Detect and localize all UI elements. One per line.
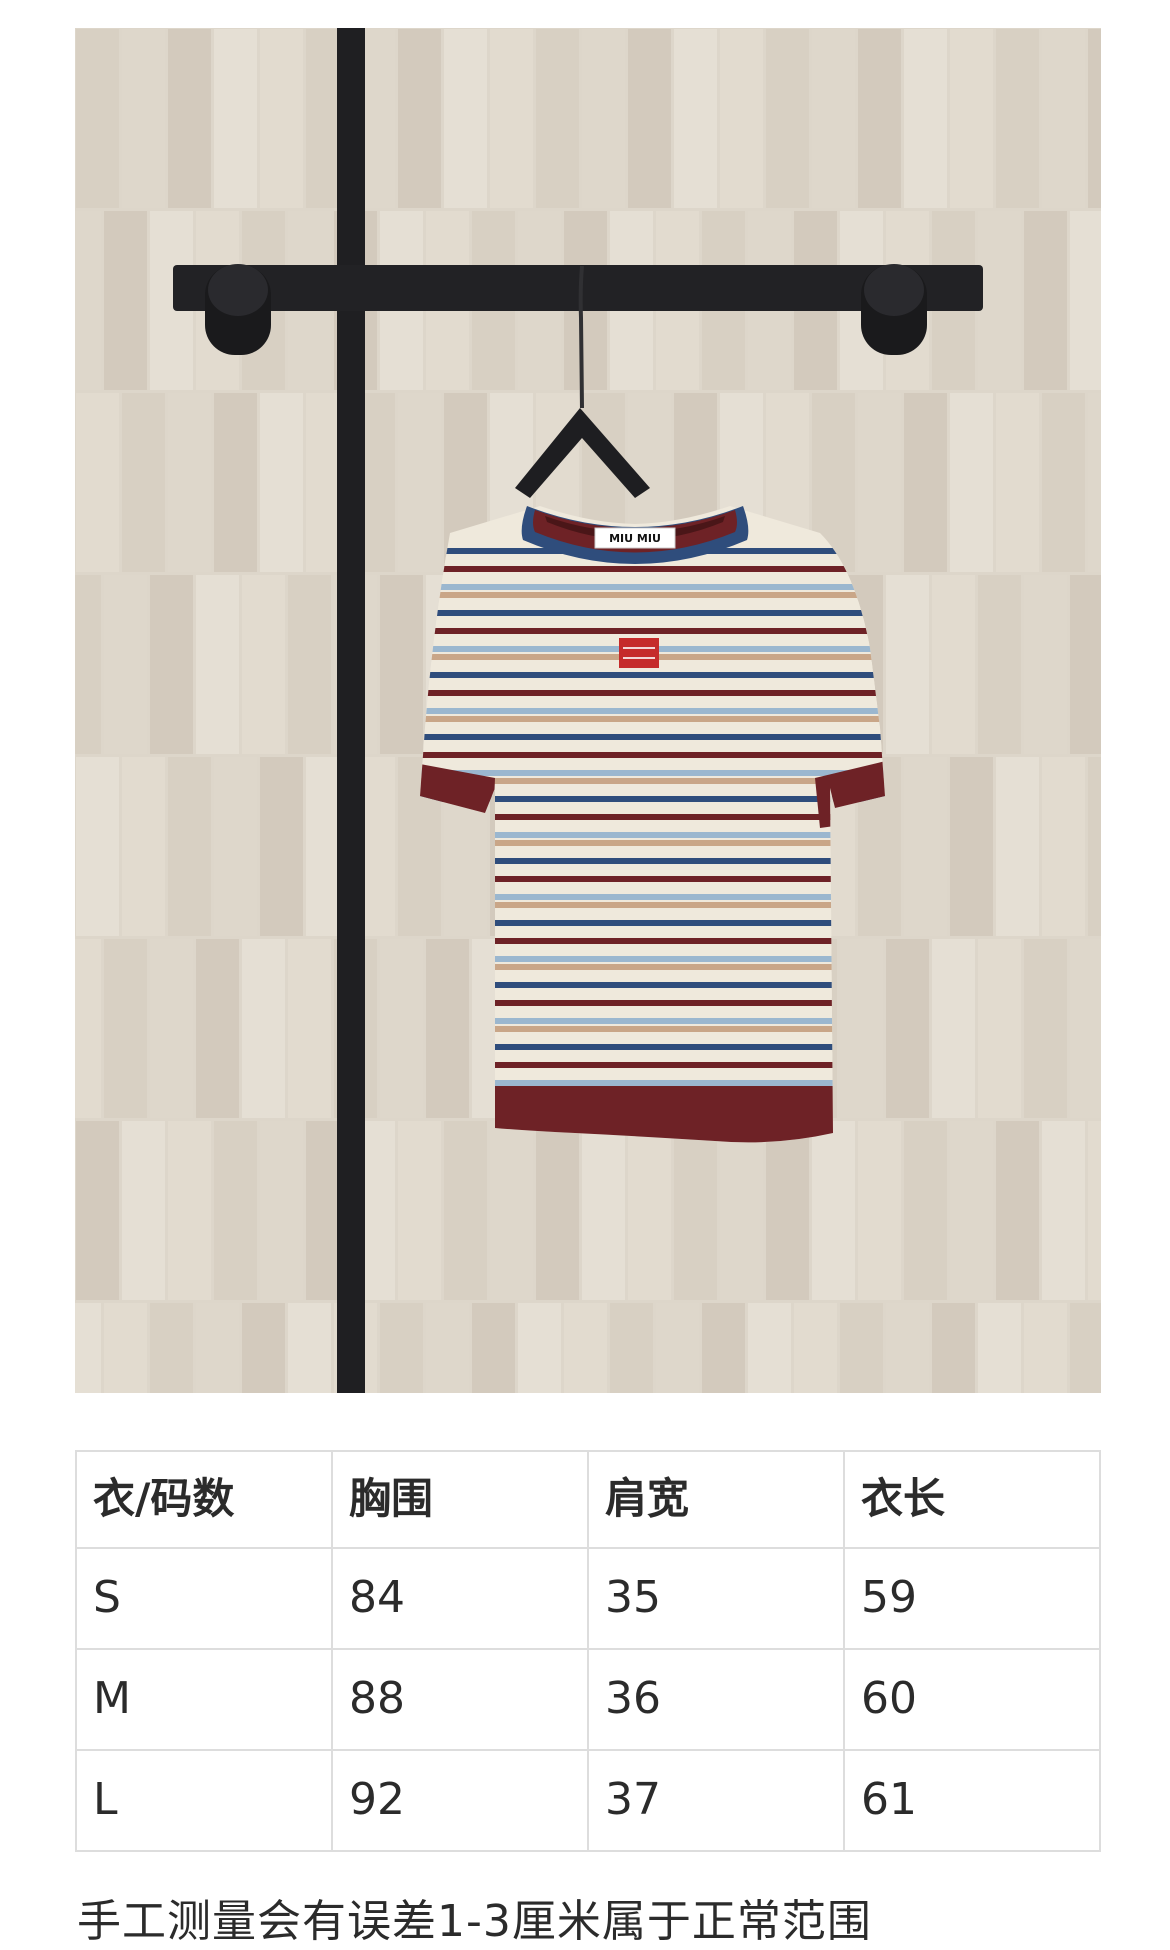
cell-length: 60 — [843, 1647, 1101, 1751]
size-table: 衣/码数 胸围 肩宽 衣长 S 84 35 59 M 88 36 60 L 92… — [75, 1450, 1101, 1853]
cell-size: S — [75, 1546, 333, 1650]
cell-size: L — [75, 1748, 333, 1853]
header-chest: 胸围 — [331, 1450, 589, 1549]
cell-size: M — [75, 1647, 333, 1751]
product-photo: MIU MIU — [75, 28, 1101, 1393]
size-table-header-row: 衣/码数 胸围 肩宽 衣长 — [75, 1450, 1101, 1549]
measurement-note: 手工测量会有误差1-3厘米属于正常范围 — [77, 1896, 872, 1947]
table-row: M 88 36 60 — [75, 1647, 1101, 1751]
neck-label-text: MIU MIU — [609, 532, 661, 545]
cell-length: 59 — [843, 1546, 1101, 1650]
logo-patch — [619, 638, 659, 668]
cell-chest: 84 — [331, 1546, 589, 1650]
header-length: 衣长 — [843, 1450, 1101, 1549]
cell-shoulder: 37 — [587, 1748, 845, 1853]
cell-chest: 92 — [331, 1748, 589, 1853]
cell-shoulder: 35 — [587, 1546, 845, 1650]
cell-chest: 88 — [331, 1647, 589, 1751]
table-row: L 92 37 61 — [75, 1748, 1101, 1853]
cell-length: 61 — [843, 1748, 1101, 1853]
striped-knit-tshirt-on-hanger-photo: MIU MIU — [75, 28, 1101, 1393]
table-row: S 84 35 59 — [75, 1546, 1101, 1650]
header-size: 衣/码数 — [75, 1450, 333, 1549]
cell-shoulder: 36 — [587, 1647, 845, 1751]
vertical-rail — [337, 28, 365, 1393]
header-shoulder: 肩宽 — [587, 1450, 845, 1549]
